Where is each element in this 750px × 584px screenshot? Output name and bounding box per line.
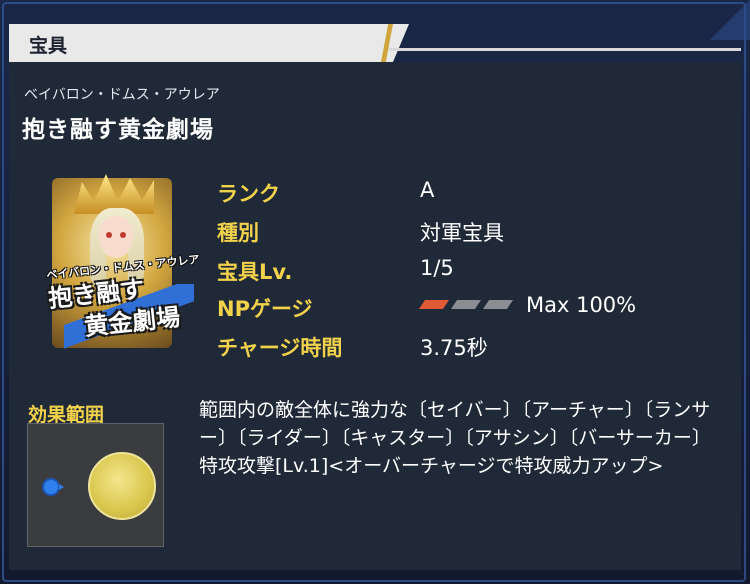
caster-marker-icon (42, 478, 64, 496)
section-title: 宝具 (29, 35, 68, 57)
type-value: 対軍宝具 (420, 221, 504, 245)
np-gauge-segment-2 (451, 300, 481, 309)
header-tab-slope (393, 24, 409, 62)
np-gauge-segment-3 (483, 300, 513, 309)
np-gauge (419, 300, 519, 312)
header-underline (389, 48, 741, 51)
noble-phantasm-panel: ベイバロン・ドムス・アウレア 抱き融す黄金劇場 ベイバロン・ドムス・アウレア 抱… (9, 62, 741, 570)
np-name: 抱き融す黄金劇場 (22, 117, 214, 143)
charge-time-value: 3.75秒 (420, 336, 488, 360)
effect-range-diagram (27, 423, 164, 547)
np-info-frame: 宝具 ベイバロン・ドムス・アウレア 抱き融す黄金劇場 ベイバロン・ドムス・アウレ… (0, 0, 750, 584)
effect-description: 範囲内の敵全体に強力な〔セイバー〕〔アーチャー〕〔ランサー〕〔ライダー〕〔キャス… (199, 399, 711, 477)
np-gauge-label: NPゲージ (217, 297, 313, 321)
rank-label: ランク (217, 182, 280, 206)
type-label: 種別 (217, 221, 259, 245)
np-gauge-max: Max 100% (526, 293, 637, 317)
rank-value: A (420, 178, 435, 202)
character-eye-right (120, 232, 126, 238)
np-card-image: ベイバロン・ドムス・アウレア 抱き融す 黄金劇場 (34, 174, 201, 354)
charge-time-label: チャージ時間 (217, 336, 343, 360)
character-face-art (99, 216, 133, 258)
character-eye-left (106, 232, 112, 238)
level-label: 宝具Lv. (217, 260, 293, 284)
np-gauge-segment-1 (419, 300, 449, 309)
section-header: 宝具 (9, 24, 741, 62)
area-of-effect-circle (88, 452, 156, 520)
level-value: 1/5 (420, 256, 454, 280)
np-ruby-text: ベイバロン・ドムス・アウレア (24, 87, 220, 103)
